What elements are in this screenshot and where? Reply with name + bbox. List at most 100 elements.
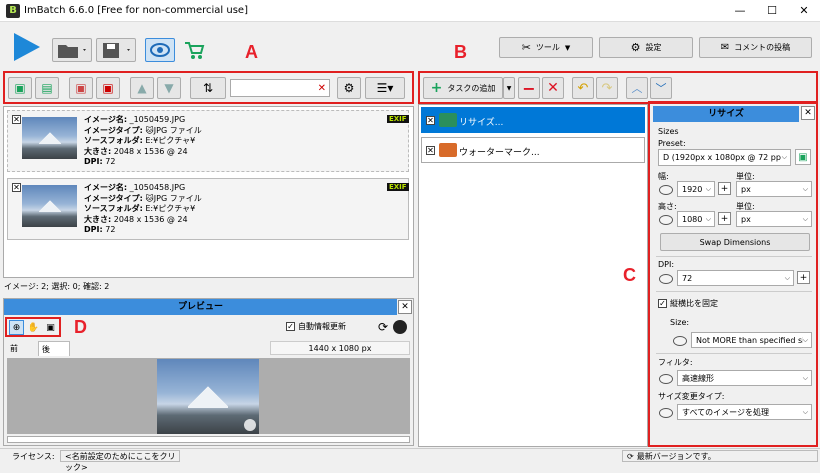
height-plus-button[interactable]: + bbox=[718, 212, 731, 225]
add-image-button[interactable]: ▣ bbox=[8, 77, 32, 99]
view-mode-button[interactable]: ☰▾ bbox=[365, 77, 405, 99]
store-button[interactable] bbox=[180, 38, 208, 62]
list-item[interactable]: ✕ イメージ名: _1050458.JPG イメージタイプ: 🐱JPG ファイル… bbox=[7, 178, 409, 240]
height-unit-select[interactable]: px ⌵ bbox=[736, 211, 812, 227]
width-lock-button[interactable] bbox=[658, 182, 673, 197]
save-button[interactable] bbox=[96, 38, 136, 62]
folder-label: ソースフォルダ: bbox=[84, 136, 143, 145]
tools-button[interactable]: ✂ ツール ▼ bbox=[499, 37, 593, 58]
chevron-down-icon: ⌵ bbox=[705, 184, 711, 193]
save-preset-button[interactable]: ▣ bbox=[795, 149, 811, 165]
maximize-button[interactable]: ☐ bbox=[756, 0, 788, 22]
dpi-input[interactable]: 72 ⌵ bbox=[677, 270, 794, 286]
filter-label: フィルタ: bbox=[658, 358, 693, 367]
preview-image bbox=[157, 359, 259, 434]
license-label: ライセンス: bbox=[12, 452, 55, 461]
resize-type-lock-button[interactable] bbox=[658, 405, 673, 420]
eye-icon bbox=[658, 373, 673, 384]
fit-button[interactable]: ▣ bbox=[43, 320, 58, 335]
filter-lock-button[interactable] bbox=[658, 371, 673, 386]
image-list-status: イメージ: 2; 選択: 0; 確認: 2 bbox=[4, 282, 110, 291]
dpi-plus-button[interactable]: + bbox=[797, 271, 810, 284]
add-task-button[interactable]: + タスクの追加 bbox=[423, 77, 503, 99]
preview-toggle-button[interactable] bbox=[145, 38, 175, 62]
task-checkbox[interactable]: ✕ bbox=[426, 146, 435, 155]
preset-select[interactable]: D (1920px x 1080px @ 72 ppi) ⌵ bbox=[658, 149, 791, 166]
dpi-lock-button[interactable] bbox=[658, 271, 673, 286]
refresh-button[interactable]: ⟳ bbox=[376, 320, 390, 334]
keep-ratio-label: 縦横比を固定 bbox=[670, 299, 718, 308]
task-checkbox[interactable]: ✕ bbox=[426, 116, 435, 125]
width-unit-select[interactable]: px ⌵ bbox=[736, 181, 812, 197]
tools-label: ツール bbox=[535, 43, 560, 52]
update-text: 最新バージョンです。 bbox=[636, 452, 716, 461]
dpi-label: DPI: bbox=[84, 225, 103, 234]
task-down-button[interactable]: ﹀ bbox=[650, 77, 672, 99]
auto-update-checkbox[interactable]: ✓ bbox=[286, 322, 295, 331]
preview-close-button[interactable]: ✕ bbox=[398, 300, 412, 314]
minimize-button[interactable]: — bbox=[724, 0, 756, 22]
watermark-icon bbox=[244, 419, 256, 431]
settings-button[interactable]: ⚙ 設定 bbox=[599, 37, 693, 58]
tab-after[interactable]: 後 bbox=[38, 341, 70, 356]
resize-type-select[interactable]: すべてのイメージを処理 ⌵ bbox=[677, 404, 812, 420]
task-item-watermark[interactable]: ✕ ウォーターマーク... bbox=[421, 137, 645, 163]
move-down-icon: ▼ bbox=[164, 81, 174, 95]
height-lock-button[interactable] bbox=[658, 212, 673, 227]
chevron-up-icon: ︿ bbox=[631, 82, 643, 95]
auto-update-option[interactable]: ✓ 自動情報更新 bbox=[286, 321, 346, 332]
zoom-button[interactable]: ⊕ bbox=[9, 320, 24, 335]
task-item-resize[interactable]: ✕ リサイズ... bbox=[421, 107, 645, 133]
close-button[interactable]: ✕ bbox=[788, 0, 820, 22]
size-mode-select[interactable]: Not MORE than specified size ⌵ bbox=[691, 332, 812, 348]
chevron-down-icon: ⌵ bbox=[705, 214, 711, 223]
filter-input[interactable]: ✕ bbox=[230, 79, 330, 97]
folder-open-icon bbox=[58, 45, 86, 58]
preview-scrollbar[interactable] bbox=[7, 436, 410, 443]
pan-button[interactable]: ✋ bbox=[26, 320, 41, 335]
clear-images-button[interactable]: ▣ bbox=[96, 77, 120, 99]
open-button[interactable] bbox=[52, 38, 92, 62]
move-up-button[interactable]: ▲ bbox=[130, 77, 154, 99]
height-input[interactable]: 1080 ⌵ bbox=[677, 211, 715, 227]
sort-button[interactable]: ⇅ bbox=[190, 77, 226, 99]
width-plus-button[interactable]: + bbox=[718, 182, 731, 195]
clear-filter-icon[interactable]: ✕ bbox=[318, 83, 329, 94]
chevron-down-icon: ⌵ bbox=[784, 273, 790, 282]
run-button[interactable] bbox=[8, 30, 44, 64]
image-settings-button[interactable]: ⚙ bbox=[337, 77, 361, 99]
filter-select[interactable]: 高速線形 ⌵ bbox=[677, 370, 812, 386]
resize-close-button[interactable]: ✕ bbox=[801, 106, 815, 120]
redo-button[interactable]: ↷ bbox=[596, 77, 618, 99]
image-type: JPG ファイル bbox=[153, 125, 202, 135]
comment-button[interactable]: ✉ コメントの投稿 bbox=[699, 37, 812, 58]
tab-before[interactable]: 前 bbox=[7, 342, 35, 356]
annotation-b: B bbox=[454, 42, 467, 62]
size-mode-lock-button[interactable] bbox=[672, 333, 687, 348]
preview-canvas[interactable] bbox=[7, 358, 410, 434]
item-checkbox[interactable]: ✕ bbox=[12, 115, 21, 124]
swap-dimensions-button[interactable]: Swap Dimensions bbox=[660, 233, 810, 251]
width-input[interactable]: 1920 ⌵ bbox=[677, 181, 715, 197]
annotation-c: C bbox=[623, 265, 636, 285]
remove-task-button[interactable]: − bbox=[518, 77, 540, 99]
remove-image-button[interactable]: ▣ bbox=[69, 77, 93, 99]
annotation-d: D bbox=[74, 317, 87, 337]
keep-ratio-option[interactable]: ✓ 縦横比を固定 bbox=[658, 298, 718, 309]
preview-tools-region: ⊕ ✋ ▣ bbox=[5, 317, 61, 337]
keep-ratio-checkbox[interactable]: ✓ bbox=[658, 299, 667, 308]
eye-icon bbox=[658, 407, 673, 418]
delete-all-tasks-button[interactable]: ✕ bbox=[542, 77, 564, 99]
undo-button[interactable]: ↶ bbox=[572, 77, 594, 99]
add-task-dropdown[interactable]: ▼ bbox=[503, 77, 515, 99]
image-dpi: 72 bbox=[105, 225, 116, 234]
add-folder-button[interactable]: ▤ bbox=[35, 77, 59, 99]
image-toolbar-region: ▣ ▤ ▣ ▣ ▲ ▼ ⇅ ✕ ⚙ ☰▾ bbox=[3, 71, 414, 104]
comment-label: コメントの投稿 bbox=[734, 43, 791, 52]
background-color-button[interactable] bbox=[393, 320, 407, 334]
list-item[interactable]: ✕ イメージ名: _1050459.JPG イメージタイプ: 🐱JPG ファイル… bbox=[7, 110, 409, 172]
task-up-button[interactable]: ︿ bbox=[626, 77, 648, 99]
item-checkbox[interactable]: ✕ bbox=[12, 183, 21, 192]
move-down-button[interactable]: ▼ bbox=[157, 77, 181, 99]
license-link[interactable]: <名前設定のためにここをクリック> bbox=[60, 450, 180, 472]
